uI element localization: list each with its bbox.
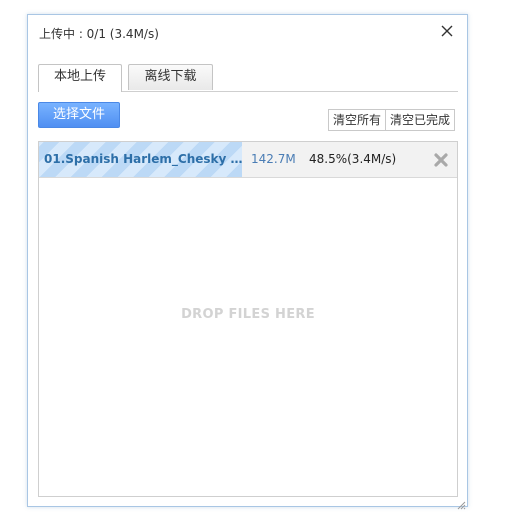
tab-offline-download[interactable]: 离线下载: [128, 64, 213, 90]
drop-zone-text: DROP FILES HERE: [181, 307, 315, 322]
tab-bar: 本地上传 离线下载: [38, 63, 458, 92]
clear-buttons: 清空所有 清空已完成: [328, 109, 456, 131]
file-size: 142.7M: [251, 152, 296, 166]
dialog-title: 上传中 : 0/1 (3.4M/s): [39, 27, 159, 41]
remove-file-button[interactable]: [434, 152, 448, 167]
clear-all-button[interactable]: 清空所有: [329, 110, 385, 130]
select-file-button[interactable]: 选择文件: [38, 102, 120, 128]
resize-grip-icon: [457, 501, 466, 510]
file-name: 01.Spanish Harlem_Chesky R...: [44, 152, 244, 166]
upload-list: 01.Spanish Harlem_Chesky R... 142.7M 48.…: [38, 141, 458, 497]
close-icon: [441, 25, 453, 37]
tab-local-upload[interactable]: 本地上传: [38, 64, 122, 92]
upload-row: 01.Spanish Harlem_Chesky R... 142.7M 48.…: [39, 142, 457, 178]
file-progress: 48.5%(3.4M/s): [309, 152, 397, 166]
resize-handle[interactable]: [456, 495, 466, 510]
close-button[interactable]: [439, 23, 455, 39]
clear-completed-button[interactable]: 清空已完成: [385, 110, 454, 130]
upload-dialog: 上传中 : 0/1 (3.4M/s) 本地上传 离线下载 选择文件 清空所有 清…: [27, 14, 468, 510]
remove-icon: [434, 153, 448, 167]
